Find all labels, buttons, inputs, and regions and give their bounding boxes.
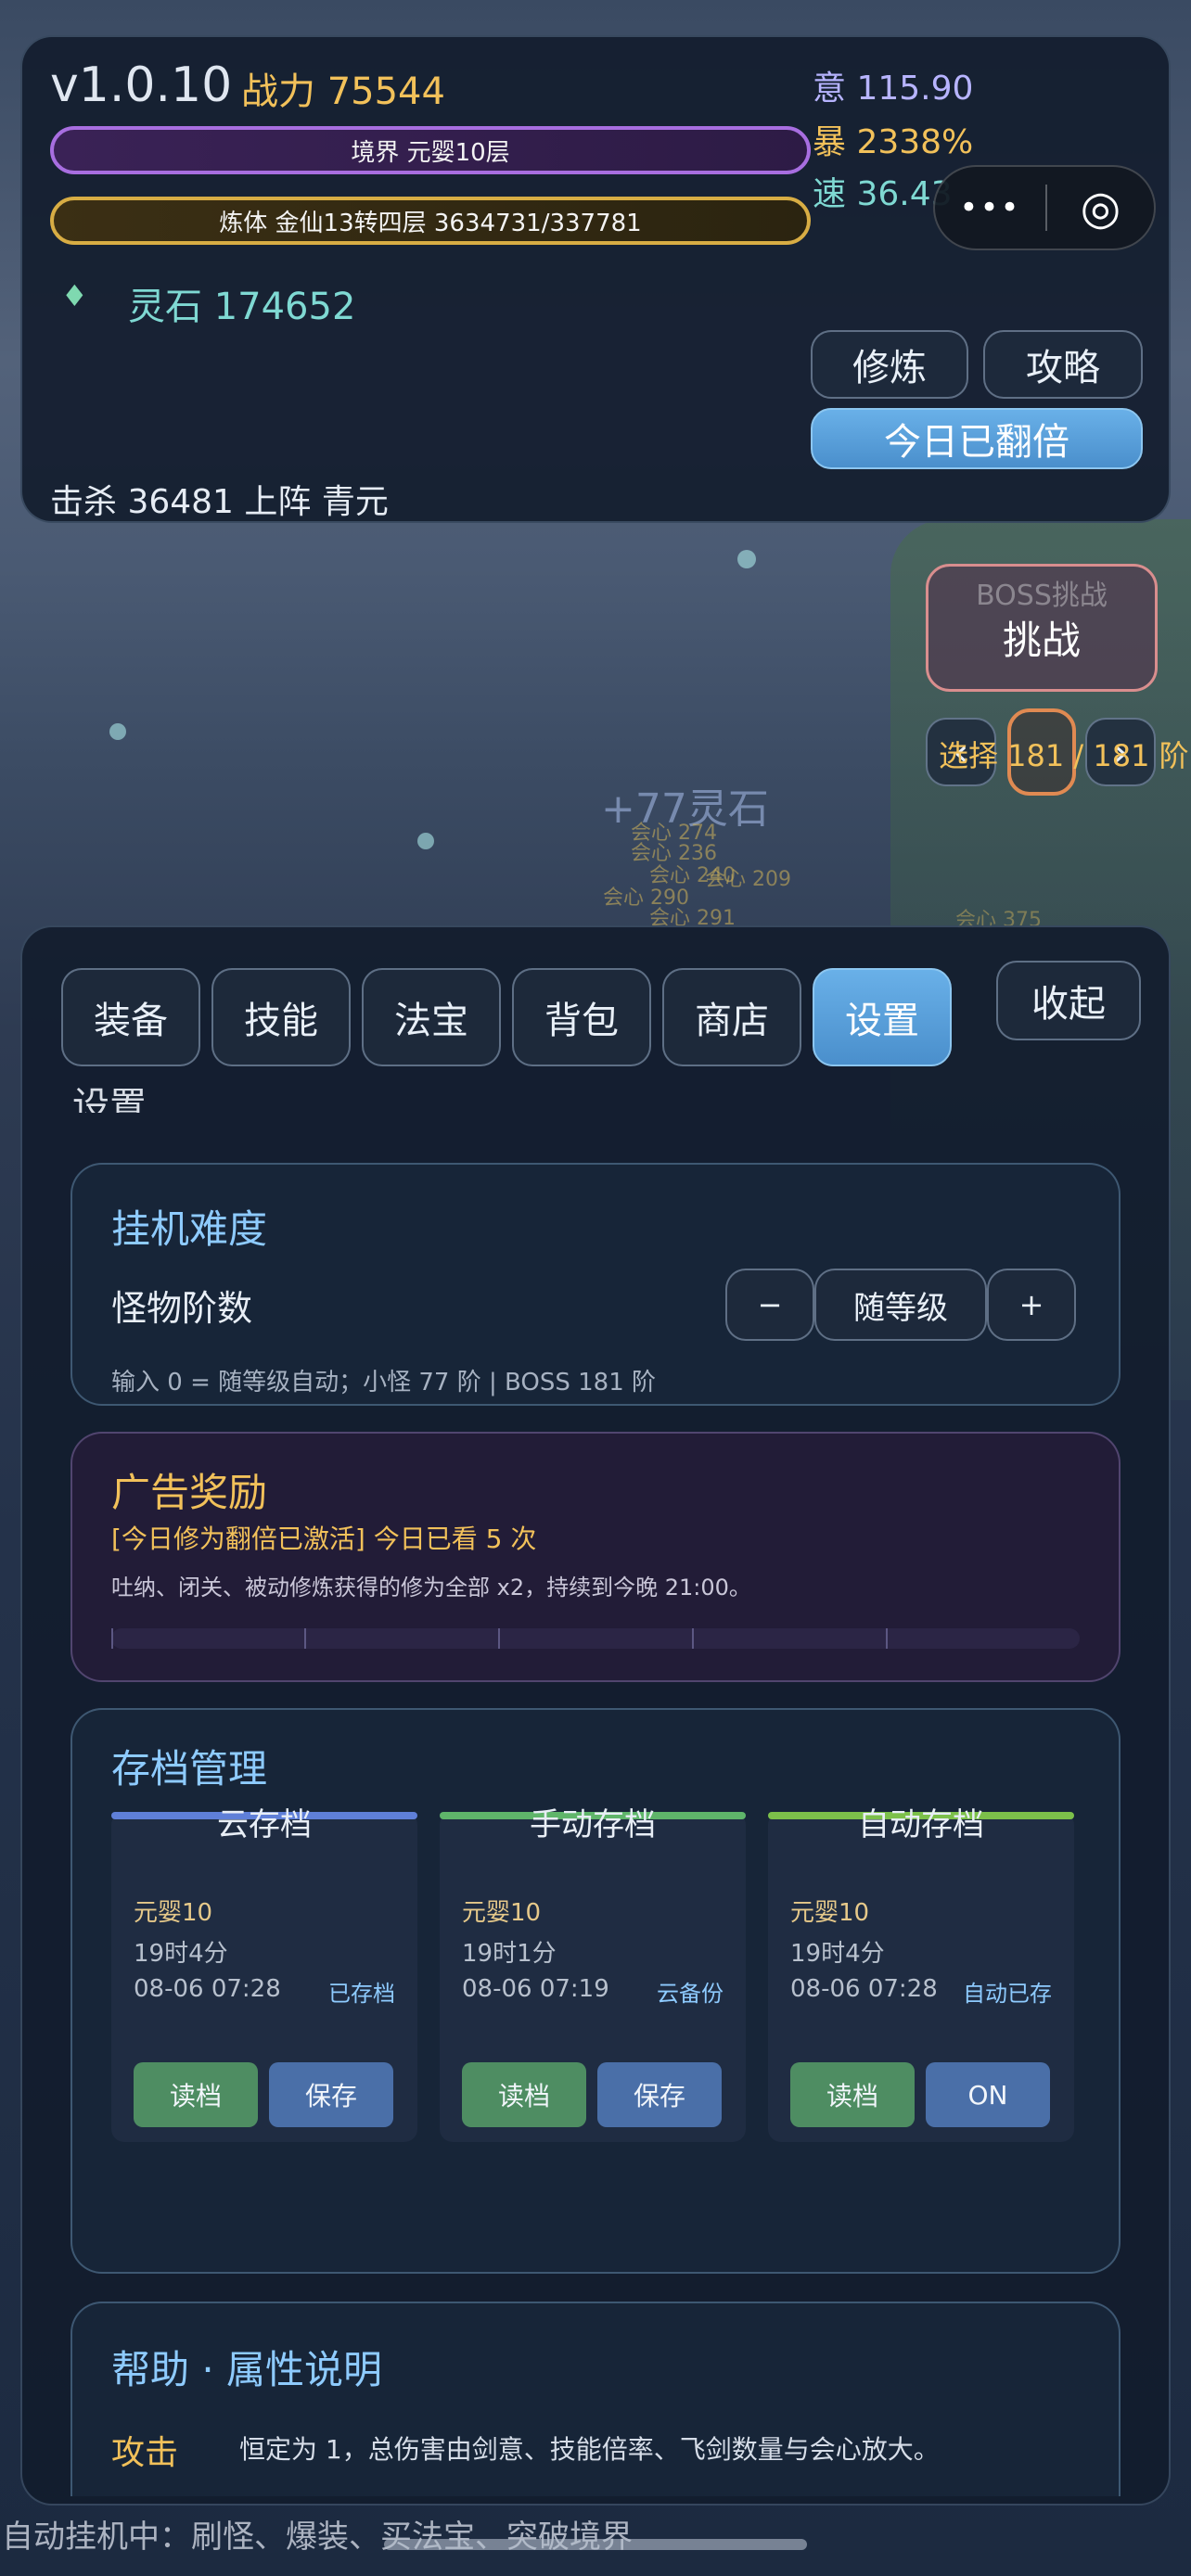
doubled-today-button[interactable]: 今日已翻倍 [811,408,1143,469]
save-slot-name: 手动存档 [530,1806,656,1843]
stat-crit: 暴 2338% [813,123,974,161]
difficulty-hint: 输入 0 = 随等级自动；小怪 77 阶 | BOSS 181 阶 [111,1369,657,1396]
spirit-stone-icon: ♦ [61,278,88,313]
ad-reward-description: 吐纳、闭关、被动修炼获得的修为全部 x2，持续到今晚 21:00。 [111,1575,751,1600]
boss-challenge-label: 挑战 [1002,618,1081,663]
save-slot-date: 08-06 07:28 [790,1975,938,2003]
tab-equipment[interactable]: 装备 [61,968,200,1066]
save-slot-date: 08-06 07:19 [462,1975,609,2003]
monster-tier-label: 怪物阶数 [111,1288,253,1329]
save-slot-name: 自动存档 [858,1806,984,1843]
ad-progress-tick [886,1628,888,1649]
save-button[interactable]: 保存 [597,2062,722,2127]
boss-stage-label: 选择 181 / 181 阶 [939,738,1189,773]
combat-power: 战力 75544 [241,70,445,113]
tier-increase-button[interactable]: + [987,1269,1076,1341]
body-bar: 炼体 金仙13转四层 3634731/337781 [50,197,811,245]
more-icon[interactable]: ••• [935,189,1045,226]
save-slot-status: 自动已存 [963,1981,1052,2007]
background-dot [109,723,126,740]
target-icon[interactable]: ◎ [1047,181,1154,235]
save-slot-time: 19时4分 [134,1940,228,1968]
load-button[interactable]: 读档 [462,2062,586,2127]
ad-progress-bar [111,1628,1080,1649]
tab-treasure[interactable]: 法宝 [362,968,501,1066]
kill-count: 击杀 36481 上阵 青元 [50,483,389,521]
ad-progress-tick [498,1628,500,1649]
ad-progress-tick [692,1628,694,1649]
load-button[interactable]: 读档 [790,2062,915,2127]
save-slot-name: 云存档 [217,1806,312,1843]
capsule: ••• ◎ [933,165,1156,250]
section-title: 设置 [72,1085,147,1113]
save-slot-realm: 元婴10 [134,1899,213,1927]
save-button[interactable]: 保存 [269,2062,393,2127]
tier-decrease-button[interactable]: − [725,1269,814,1341]
save-slot-time: 19时4分 [790,1940,885,1968]
help-title: 帮助 · 属性说明 [111,2347,383,2392]
spirit-stone-count: 灵石 174652 [128,286,356,328]
version-label: v1.0.10 [50,57,233,113]
tab-skills[interactable]: 技能 [211,968,351,1066]
tab-bag[interactable]: 背包 [512,968,651,1066]
tab-shop[interactable]: 商店 [662,968,801,1066]
save-slot-time: 19时1分 [462,1940,557,1968]
ad-reward-title: 广告奖励 [111,1470,268,1515]
difficulty-title: 挂机难度 [111,1206,268,1252]
guide-button[interactable]: 攻略 [983,330,1143,399]
save-slot-status: 已存档 [328,1981,395,2007]
realm-bar: 境界 元婴10层 [50,126,811,174]
load-button[interactable]: 读档 [134,2062,258,2127]
cultivate-button[interactable]: 修炼 [811,330,968,399]
ad-reward-status: [今日修为翻倍已激活] 今日已看 5 次 [111,1524,537,1554]
attack-label: 攻击 [111,2434,179,2472]
auto-save-toggle[interactable]: ON [926,2062,1050,2127]
collapse-button[interactable]: 收起 [996,961,1141,1040]
save-slot-status: 云备份 [657,1981,724,2007]
save-management-title: 存档管理 [111,1746,268,1792]
help-card [70,2302,1121,2496]
ad-progress-tick [304,1628,306,1649]
save-slot-date: 08-06 07:28 [134,1975,281,2003]
ad-progress-tick [111,1628,113,1649]
boss-title: BOSS挑战 [976,580,1108,612]
stat-speed: 速 36.43 [813,175,953,213]
home-indicator [384,2539,807,2550]
background-dot [737,550,756,568]
save-slot-realm: 元婴10 [790,1899,870,1927]
stat-intent: 意 115.90 [813,70,974,108]
attack-description: 恒定为 1，总伤害由剑意、技能倍率、飞剑数量与会心放大。 [239,2434,940,2465]
tier-value-field[interactable]: 随等级 [814,1269,987,1341]
tab-settings[interactable]: 设置 [813,968,952,1066]
boss-challenge-card[interactable]: BOSS挑战 挑战 [926,564,1158,692]
background-dot [417,833,434,849]
save-slot-realm: 元婴10 [462,1899,542,1927]
crit-popup: 会心 209 [705,868,791,891]
